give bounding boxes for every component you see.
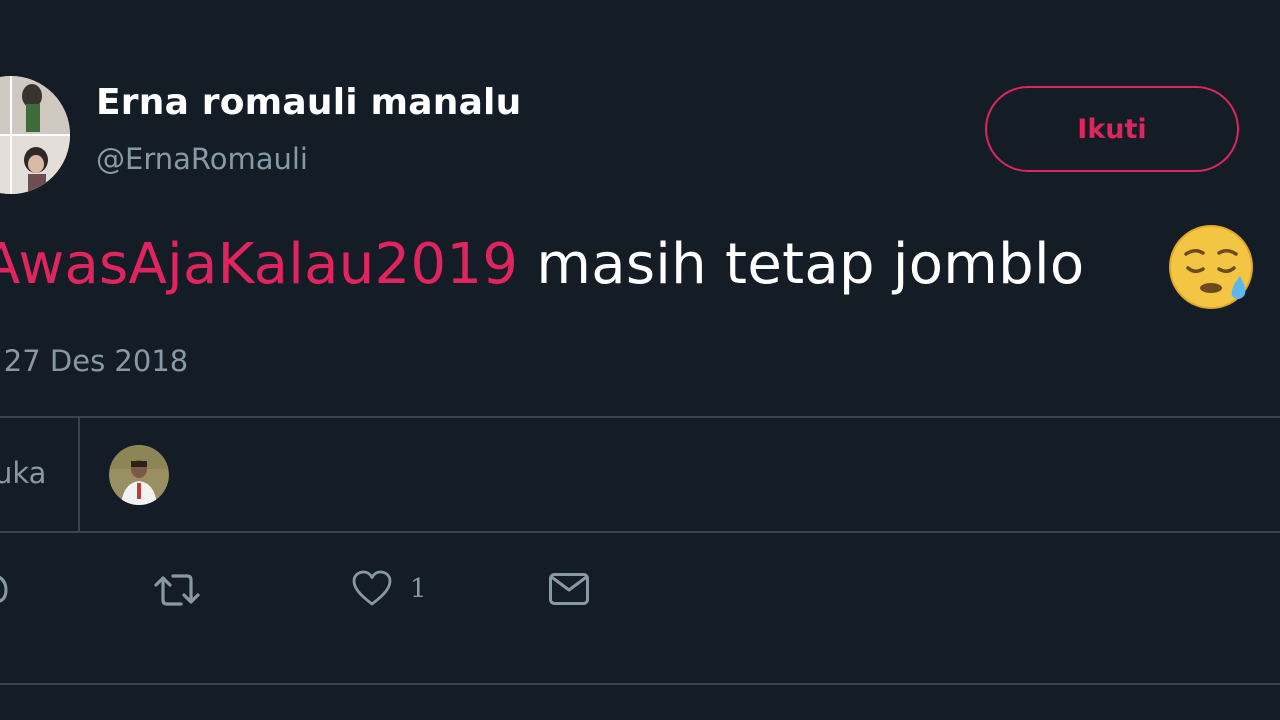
user-display-name[interactable]: Erna romauli manalu	[96, 82, 521, 123]
follow-button[interactable]: Ikuti	[985, 86, 1239, 172]
crying-face-emoji-icon	[1168, 224, 1254, 310]
envelope-icon	[548, 570, 590, 608]
divider-bottom	[0, 683, 1280, 685]
heart-icon	[352, 570, 392, 608]
reply-icon	[0, 570, 8, 610]
retweet-icon	[153, 570, 201, 610]
hashtag-link[interactable]: AwasAjaKalau2019	[0, 232, 518, 297]
user-handle[interactable]: @ErnaRomauli	[96, 142, 308, 176]
message-button[interactable]	[548, 570, 590, 608]
divider-top	[0, 416, 1280, 418]
user-avatar[interactable]	[0, 76, 70, 194]
retweet-button[interactable]	[153, 570, 201, 610]
liker-avatar[interactable]	[109, 445, 169, 505]
tweet-timestamp[interactable]: 23 - 27 Des 2018	[0, 344, 188, 378]
tweet-body-text: masih tetap jomblo	[518, 232, 1085, 297]
like-count: 1	[410, 574, 427, 604]
reply-button[interactable]	[0, 570, 8, 610]
divider-middle	[0, 531, 1280, 533]
tweet-text: AwasAjaKalau2019 masih tetap jomblo	[0, 232, 1084, 297]
likes-label[interactable]: uka	[0, 456, 46, 490]
like-button[interactable]: 1	[352, 570, 427, 608]
likes-vertical-divider	[78, 418, 80, 532]
